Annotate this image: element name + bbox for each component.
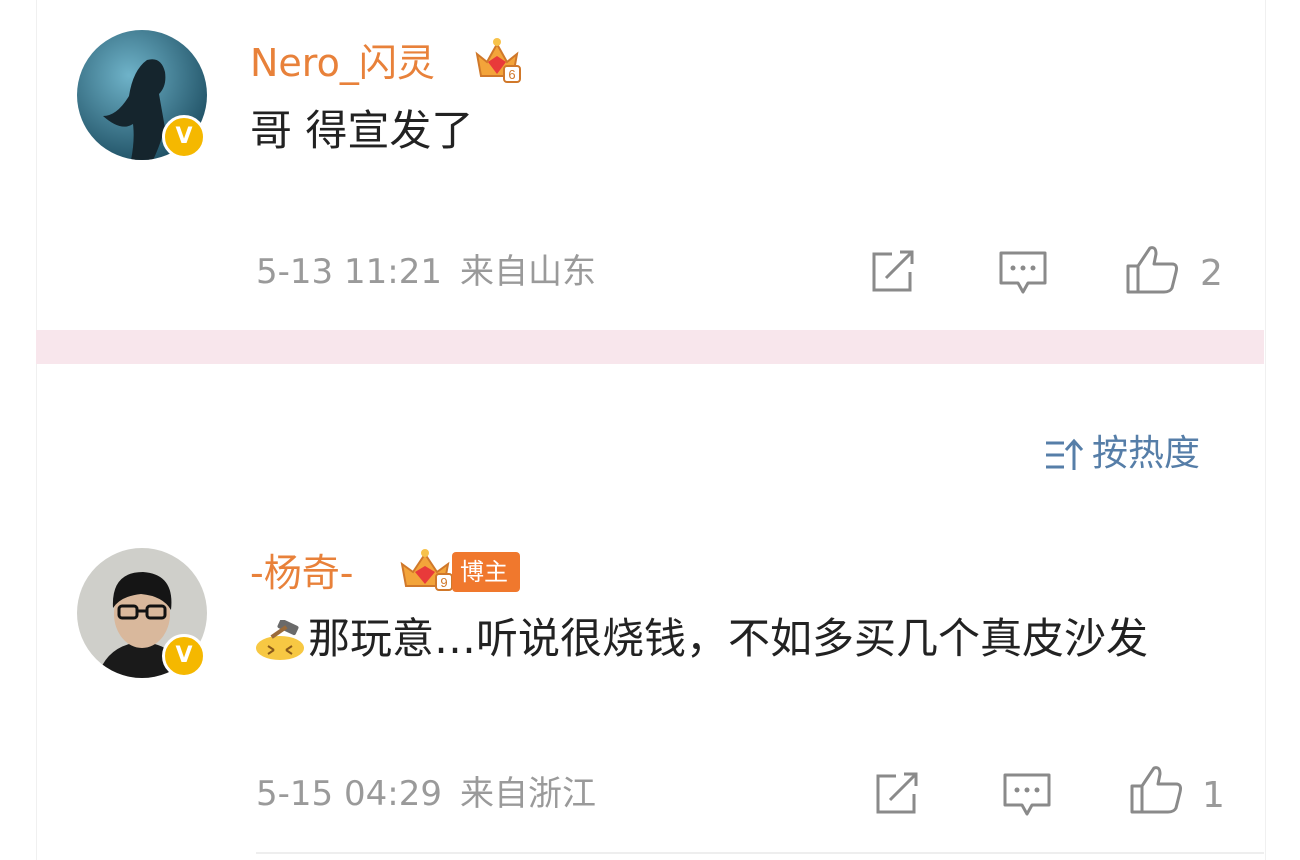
- section-divider: [36, 330, 1264, 364]
- comment-meta: 5-13 11:21 来自山东: [256, 252, 596, 292]
- comment-icon[interactable]: [1002, 772, 1052, 822]
- sort-icon: [1046, 438, 1084, 470]
- comment-username[interactable]: Nero_闪灵: [250, 40, 435, 86]
- share-icon[interactable]: [870, 250, 918, 298]
- crown-icon: 9: [398, 548, 458, 596]
- comment-date: 5-13 11:21: [256, 252, 442, 292]
- comment-icon[interactable]: [998, 250, 1048, 300]
- like-count: 1: [1202, 775, 1225, 816]
- verified-badge-icon: V: [162, 115, 206, 159]
- thumbs-up-icon[interactable]: [1124, 244, 1180, 300]
- bottom-divider: [256, 852, 1264, 854]
- like-count: 2: [1200, 253, 1223, 294]
- comment-text: 哥 得宣发了: [250, 106, 474, 155]
- svg-text:6: 6: [508, 67, 515, 82]
- comment-location: 来自山东: [459, 252, 596, 292]
- thumbs-up-icon[interactable]: [1128, 764, 1184, 820]
- comment-username[interactable]: -杨奇-: [250, 550, 353, 596]
- comment-text: 那玩意…听说很烧钱，不如多买几个真皮沙发: [308, 614, 1149, 663]
- crown-icon: 6: [472, 36, 522, 88]
- blogger-tag: 博主: [452, 552, 520, 592]
- comment-meta: 5-15 04:29 来自浙江: [256, 774, 596, 814]
- comment-location: 来自浙江: [459, 774, 596, 814]
- share-icon[interactable]: [874, 772, 922, 820]
- verified-badge-icon: V: [162, 634, 206, 678]
- sort-label: 按热度: [1092, 433, 1201, 474]
- comment-date: 5-15 04:29: [256, 774, 442, 814]
- svg-text:9: 9: [440, 575, 447, 590]
- sort-button[interactable]: 按热度: [1044, 432, 1200, 476]
